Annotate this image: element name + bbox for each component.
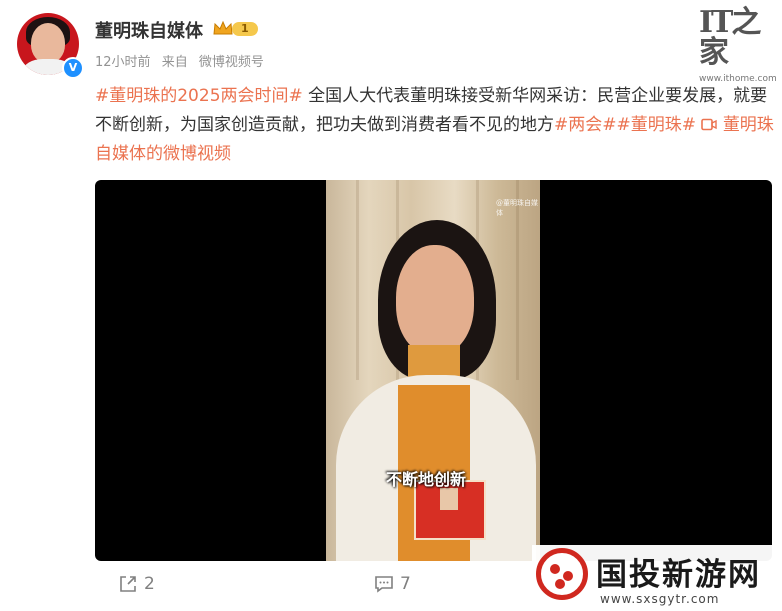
video-icon [701,118,718,131]
level-badge: 1 [232,22,258,36]
hashtag-link[interactable]: #董明珠# [617,115,697,135]
video-watermark: @董明珠自媒体 [496,199,538,217]
video-frame: @董明珠自媒体 不断地创新 [326,180,540,561]
logo-dot [555,579,565,589]
hashtag-link[interactable]: #董明珠的2025两会时间# [95,86,303,106]
post-source[interactable]: 微博视频号 [199,55,264,70]
source-prefix: 来自 [161,55,188,70]
crown-icon [213,20,233,35]
share-button[interactable]: 2 [118,574,155,594]
speaker-face [396,245,474,355]
site-watermark-name: 国投新游网 [596,557,761,593]
site-watermark-logo-icon [536,548,588,600]
post-time[interactable]: 12小时前 [95,55,151,70]
verified-icon: V [62,57,84,79]
share-count: 2 [144,574,155,594]
ithome-logo-mark: IT之家 [699,5,761,70]
comment-button[interactable]: 7 [374,574,411,594]
site-watermark-url: www.sxsgytr.com [600,592,720,606]
avatar-face [31,23,65,63]
video-player[interactable]: @董明珠自媒体 不断地创新 [95,180,772,561]
logo-dot [563,571,573,581]
curtain-fold [356,180,359,380]
ithome-logo: IT之家 www.ithome.com [699,8,777,85]
logo-dot [550,564,560,574]
comment-count: 7 [400,574,411,594]
share-icon [120,576,136,592]
username[interactable]: 董明珠自媒体 [95,17,203,43]
post-meta: 12小时前 来自 微博视频号 [95,51,271,70]
video-subtitle: 不断地创新 [386,470,467,489]
pass-photo [440,488,458,510]
post-text: #董明珠的2025两会时间# 全国人大代表董明珠接受新华网采访：民营企业要发展，… [95,82,775,169]
hashtag-link[interactable]: #两会# [554,115,617,135]
comment-icon [375,576,393,593]
site-watermark: 国投新游网 www.sxsgytr.com [532,545,782,611]
